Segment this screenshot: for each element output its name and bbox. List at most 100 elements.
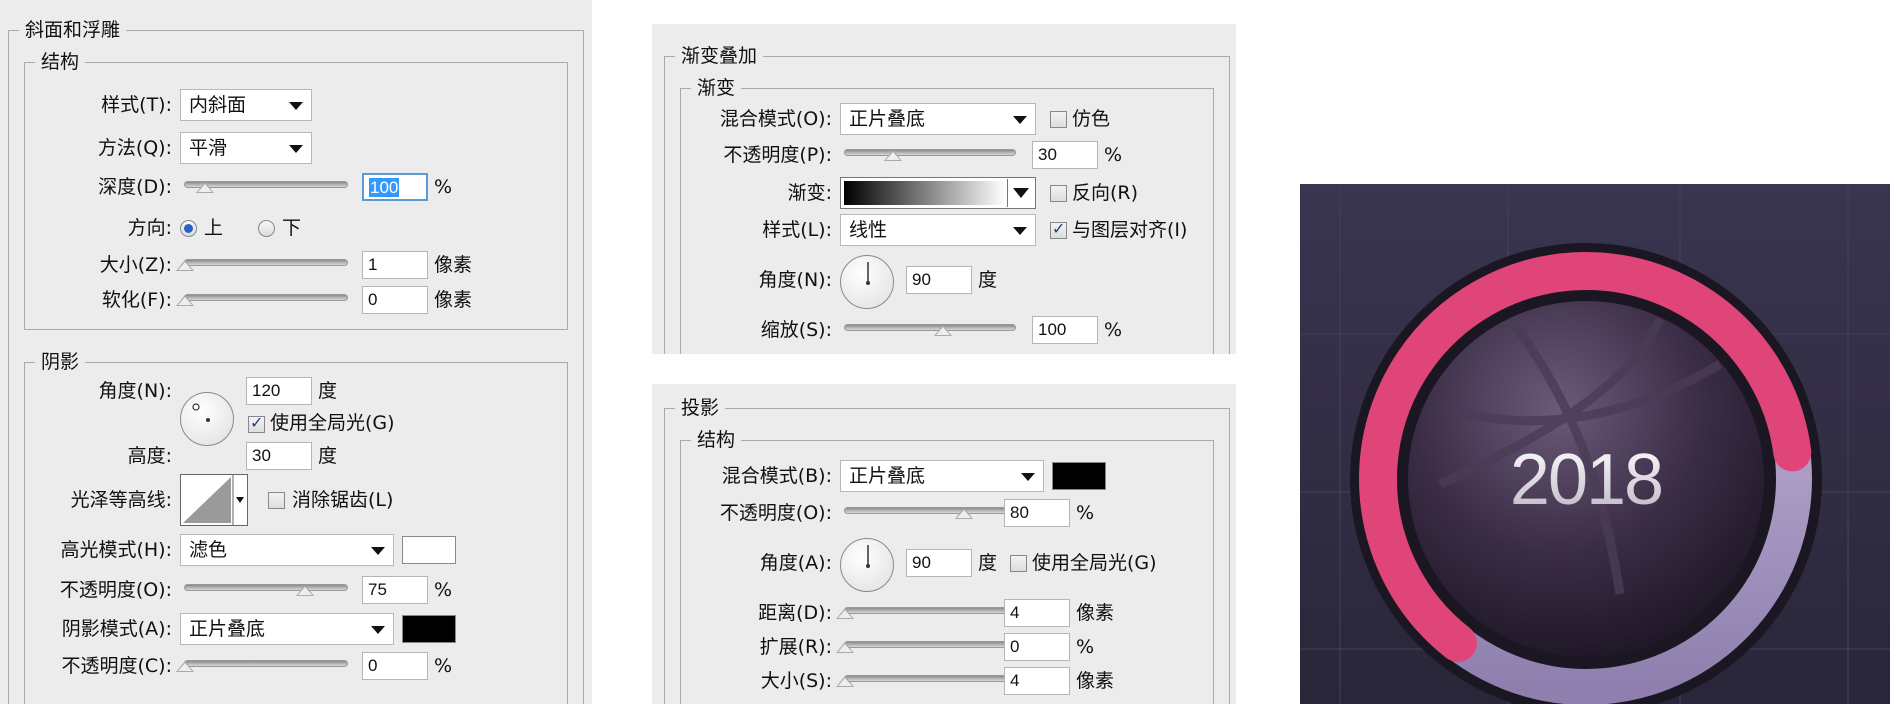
align-layer-checkbox[interactable] [1050,219,1067,239]
angle-input-value: 120 [252,381,281,400]
style-select[interactable]: 内斜面 [180,89,312,121]
highlight-opacity-input[interactable]: 75 [362,576,428,604]
shadow-mode-select[interactable]: 正片叠底 [180,613,394,645]
shading-title: 阴影 [41,351,80,373]
distance-unit: 像素 [1076,602,1115,624]
bevel-title: 斜面和浮雕 [25,19,121,41]
distance-input[interactable]: 4 [1004,599,1070,627]
dither-label: 仿色 [1072,108,1111,130]
shadow-opacity-slider[interactable] [184,660,348,667]
ds-color-swatch[interactable] [1052,462,1106,490]
go-blend-label: 混合模式(O): [719,108,832,130]
ds-size-label: 大小(S): [760,670,832,692]
antialias-checkbox[interactable] [268,492,285,509]
gloss-contour-picker[interactable] [180,474,248,526]
scale-unit: % [1104,319,1123,341]
shadow-color-swatch[interactable] [402,615,456,643]
go-opacity-slider[interactable] [844,149,1016,156]
ds-opacity-label: 不透明度(O): [719,502,832,524]
ds-angle-input[interactable]: 90 [906,549,972,577]
go-blend-select[interactable]: 正片叠底 [840,103,1036,135]
go-opacity-value: 30 [1038,145,1057,164]
direction-up-radio[interactable] [180,220,197,237]
align-layer-label: 与图层对齐(I) [1072,219,1188,241]
shadow-opacity-slider-thumb[interactable] [176,661,194,672]
highlight-mode-select[interactable]: 滤色 [180,534,394,566]
spread-input[interactable]: 0 [1004,633,1070,661]
go-angle-dial[interactable] [840,255,894,309]
size-label: 大小(Z): [99,254,172,276]
soften-slider[interactable] [184,294,348,301]
angle-input[interactable]: 120 [246,377,312,405]
structure-title: 结构 [41,51,80,73]
direction-down-radio[interactable] [258,220,275,237]
soften-slider-thumb[interactable] [176,295,194,306]
highlight-opacity-slider-thumb[interactable] [296,585,314,596]
highlight-opacity-slider[interactable] [184,584,348,591]
global-light-label: 使用全局光(G) [270,412,395,434]
size-slider-thumb[interactable] [176,260,194,271]
highlight-opacity-value: 75 [368,580,387,599]
ds-angle-dial[interactable] [840,538,894,592]
shadow-opacity-unit: % [434,655,453,677]
go-angle-unit: 度 [978,269,998,291]
contour-preview-icon [183,475,244,525]
chevron-down-icon [371,547,385,555]
gradient-picker[interactable] [840,177,1036,209]
ds-opacity-input[interactable]: 80 [1004,499,1070,527]
go-angle-input[interactable]: 90 [906,266,972,294]
ds-size-input[interactable]: 4 [1004,667,1070,695]
distance-slider-thumb[interactable] [836,608,854,619]
shadow-opacity-input[interactable]: 0 [362,652,428,680]
go-opacity-slider-thumb[interactable] [884,150,902,161]
distance-value: 4 [1010,603,1020,622]
spread-slider[interactable] [844,641,1008,648]
altitude-input[interactable]: 30 [246,442,312,470]
go-style-select[interactable]: 线性 [840,214,1036,246]
scale-input[interactable]: 100 [1032,316,1098,344]
ds-global-light-checkbox[interactable] [1010,555,1027,572]
go-opacity-input[interactable]: 30 [1032,141,1098,169]
highlight-opacity-unit: % [434,579,453,601]
result-preview: 2018 [1300,184,1890,704]
ds-size-slider-thumb[interactable] [836,676,854,687]
ds-structure-title: 结构 [697,429,736,451]
ds-opacity-unit: % [1076,502,1095,524]
gradient-sub-title: 渐变 [697,77,736,99]
angle-dial[interactable] [180,392,234,446]
scale-slider-thumb[interactable] [934,325,952,336]
year-label: 2018 [1510,440,1662,520]
size-input[interactable]: 1 [362,251,428,279]
progress-ring-illustration: 2018 [1300,184,1890,704]
spread-slider-thumb[interactable] [836,642,854,653]
ds-size-value: 4 [1010,671,1020,690]
global-light-checkbox[interactable] [248,413,265,433]
size-slider[interactable] [184,259,348,266]
ds-size-slider[interactable] [844,675,1008,682]
ds-opacity-slider-thumb[interactable] [955,508,973,519]
chevron-down-icon [371,626,385,634]
technique-select[interactable]: 平滑 [180,132,312,164]
gradient-dropdown-button[interactable] [1007,179,1034,207]
soften-input[interactable]: 0 [362,286,428,314]
drop-shadow-title: 投影 [681,397,720,419]
soften-input-value: 0 [368,290,378,309]
depth-slider-thumb[interactable] [196,182,214,193]
style-select-value: 内斜面 [189,94,247,116]
distance-slider[interactable] [844,607,1008,614]
ds-opacity-slider[interactable] [844,507,1008,514]
reverse-checkbox[interactable] [1050,185,1067,202]
dither-checkbox[interactable] [1050,111,1067,128]
depth-input-value: 100 [369,178,400,197]
angle-dial-icon [192,403,210,422]
gradient-label: 渐变: [787,182,832,204]
gradient-overlay-panel: 渐变叠加 渐变 混合模式(O): 正片叠底 仿色 不透明度(P): 30 % 渐… [652,24,1236,354]
scale-slider[interactable] [844,324,1016,331]
ds-blend-select[interactable]: 正片叠底 [840,460,1044,492]
ds-angle-label: 角度(A): [759,552,832,574]
chevron-down-icon [1013,116,1027,124]
depth-input[interactable]: 100 [362,173,428,201]
ds-blend-value: 正片叠底 [849,465,926,487]
direction-label: 方向: [127,217,172,239]
highlight-color-swatch[interactable] [402,536,456,564]
